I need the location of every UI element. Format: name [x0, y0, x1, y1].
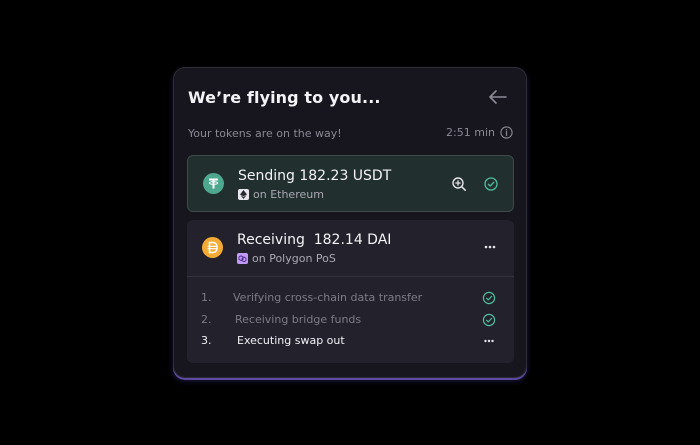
- sending-amount: Sending 182.23 USDT: [238, 168, 392, 184]
- receiving-amount: Receiving 182.14 DAI: [237, 232, 392, 248]
- step-number: 1.: [201, 291, 212, 304]
- page-title: We’re flying to you...: [188, 88, 381, 107]
- back-button[interactable]: [486, 86, 510, 108]
- info-icon[interactable]: [500, 126, 513, 139]
- step-label: Receiving bridge funds: [235, 313, 362, 326]
- sending-panel: Sending 182.23 USDT on Ethereum: [187, 155, 514, 212]
- divider: [187, 276, 514, 277]
- check-circle-icon: [484, 177, 498, 191]
- polygon-icon: [237, 253, 248, 264]
- more-horizontal-icon[interactable]: [482, 239, 498, 255]
- zoom-in-icon[interactable]: [451, 176, 467, 192]
- receiving-panel: Receiving 182.14 DAI on Polygon PoS 1. V…: [187, 220, 514, 363]
- eta-text: 2:51 min: [446, 126, 495, 139]
- more-horizontal-icon[interactable]: [482, 334, 496, 348]
- step-label: Executing swap out: [237, 334, 345, 347]
- step-number: 3.: [201, 334, 212, 347]
- usdt-icon: [203, 173, 224, 194]
- check-circle-icon: [482, 313, 496, 327]
- receiving-chain: on Polygon PoS: [237, 252, 336, 265]
- step-label: Verifying cross-chain data transfer: [233, 291, 423, 304]
- dai-icon: [202, 237, 223, 258]
- receiving-chain-label: on Polygon PoS: [252, 252, 336, 265]
- arrow-left-icon: [489, 90, 507, 104]
- sending-chain: on Ethereum: [238, 188, 324, 201]
- check-circle-icon: [482, 291, 496, 305]
- ethereum-icon: [238, 189, 249, 200]
- eta-display: 2:51 min: [446, 126, 513, 139]
- status-subtitle: Your tokens are on the way!: [188, 127, 342, 140]
- step-number: 2.: [201, 313, 212, 326]
- sending-chain-label: on Ethereum: [253, 188, 324, 201]
- bridge-status-card: We’re flying to you... Your tokens are o…: [173, 67, 527, 378]
